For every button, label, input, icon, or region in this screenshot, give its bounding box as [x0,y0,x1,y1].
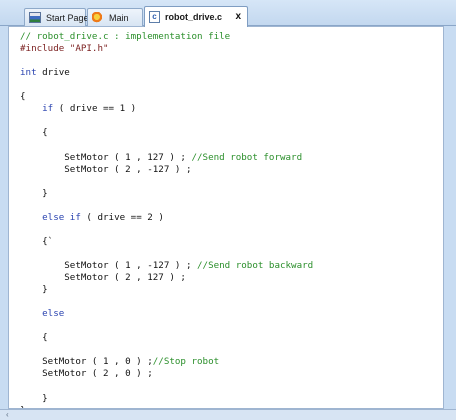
tab-label-start-page: Start Page [46,12,89,23]
code-line[interactable]: else if ( drive == 2 ) [20,212,164,224]
code-line[interactable]: SetMotor ( 2 , 0 ) ; [20,368,153,380]
code-line[interactable]: {` [20,236,53,248]
code-line[interactable]: } [20,284,48,296]
tab-start-page[interactable]: Start Page [24,8,89,26]
editor-status-bar: ‹ [0,409,456,420]
close-icon[interactable]: x [231,12,241,22]
code-line[interactable]: SetMotor ( 1 , 0 ) ;//Stop robot [20,356,219,368]
code-line[interactable]: } [20,188,48,200]
tab-label-robot-drive: robot_drive.c [165,12,223,22]
start-page-icon [29,12,41,23]
horizontal-scrollbar-marker[interactable]: ‹ [6,410,9,420]
main-icon [92,12,104,23]
code-line[interactable]: SetMotor ( 2 , -127 ) ; [20,164,191,176]
document-tab-bar: Start Page Main c robot_drive.c x [0,0,456,27]
code-line[interactable]: { [20,127,48,139]
tab-label-main: Main [109,12,129,23]
code-line[interactable]: SetMotor ( 1 , 127 ) ; //Send robot forw… [20,152,302,164]
c-file-icon: c [149,11,160,23]
code-editor[interactable]: // robot_drive.c : implementation file #i… [8,26,444,409]
code-line[interactable]: { [20,332,48,344]
code-line[interactable]: if ( drive == 1 ) [20,103,136,115]
code-line[interactable]: int drive [20,67,70,79]
code-line[interactable]: SetMotor ( 1 , -127 ) ; //Send robot bac… [20,260,313,272]
code-line[interactable]: #include "API.h" [20,43,109,55]
tab-main[interactable]: Main [87,8,143,26]
code-line[interactable]: { [20,91,26,103]
editor-window: Start Page Main c robot_drive.c x // rob… [0,0,456,420]
code-line[interactable]: } [20,393,48,405]
code-line[interactable]: else [20,308,64,320]
tab-robot-drive[interactable]: c robot_drive.c x [144,6,248,27]
code-line[interactable]: SetMotor ( 2 , 127 ) ; [20,272,186,284]
code-line[interactable]: // robot_drive.c : implementation file [20,31,230,43]
